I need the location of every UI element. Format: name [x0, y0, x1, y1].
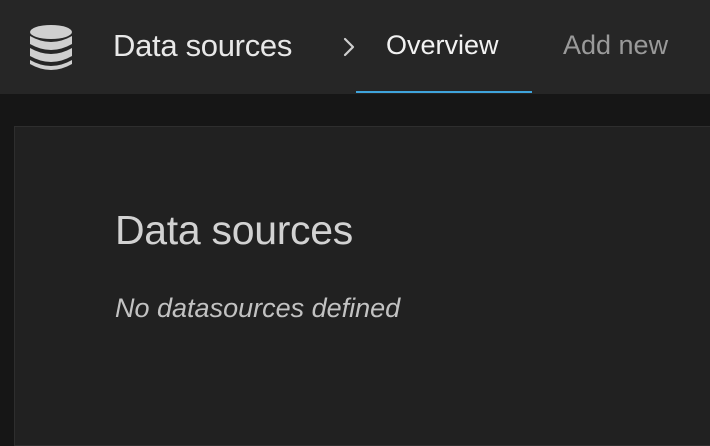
chevron-right-icon	[343, 37, 355, 57]
database-icon	[30, 25, 72, 70]
tab-overview[interactable]: Overview	[386, 30, 499, 61]
page-title: Data sources	[113, 28, 293, 63]
datasources-panel: Data sources No datasources defined	[14, 126, 710, 446]
tab-add-new[interactable]: Add new	[563, 30, 668, 61]
section-heading: Data sources	[115, 207, 353, 253]
empty-state-message: No datasources defined	[115, 293, 401, 323]
active-tab-indicator	[356, 91, 532, 93]
page-header: Data sources Overview Add new	[0, 0, 710, 94]
